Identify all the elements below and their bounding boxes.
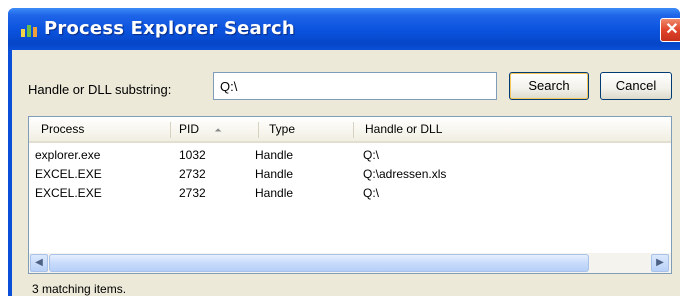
scrollbar-thumb[interactable] xyxy=(49,254,589,272)
cell-type: Handle xyxy=(255,186,294,200)
column-header-pid[interactable]: PID ⏶ xyxy=(179,122,259,138)
scroll-left-button[interactable]: ◀ xyxy=(30,254,48,272)
window-title: Process Explorer Search xyxy=(44,18,295,39)
sort-arrow-icon: ⏶ xyxy=(214,125,222,135)
table-row[interactable]: explorer.exe 1032 Handle Q:\ xyxy=(29,147,671,165)
cancel-button-label: Cancel xyxy=(615,78,657,93)
cell-handle: Q:\ xyxy=(363,148,380,162)
close-button[interactable]: ✕ xyxy=(660,18,680,42)
column-header-handle[interactable]: Handle or DLL xyxy=(365,122,665,138)
status-text: 3 matching items. xyxy=(32,282,127,296)
cell-process: explorer.exe xyxy=(35,148,101,162)
cell-process: EXCEL.EXE xyxy=(35,186,102,200)
results-list[interactable]: Process PID ⏶ Type Handle or DLL explore… xyxy=(28,116,672,274)
cell-handle: Q:\ xyxy=(363,186,380,200)
arrow-right-icon: ▶ xyxy=(656,257,664,268)
cell-pid: 1032 xyxy=(179,148,206,162)
scroll-right-button[interactable]: ▶ xyxy=(651,254,669,272)
search-label: Handle or DLL substring: xyxy=(28,82,172,97)
dialog-body: Handle or DLL substring: Q:\ Search Canc… xyxy=(12,50,680,296)
table-row[interactable]: EXCEL.EXE 2732 Handle Q:\ xyxy=(29,185,671,203)
search-dialog: Process Explorer Search ✕ Handle or DLL … xyxy=(8,8,680,296)
cell-pid: 2732 xyxy=(179,186,206,200)
process-explorer-icon xyxy=(21,25,37,37)
column-header-type[interactable]: Type xyxy=(269,122,354,138)
cell-type: Handle xyxy=(255,148,294,162)
list-header: Process PID ⏶ Type Handle or DLL xyxy=(29,117,671,143)
arrow-left-icon: ◀ xyxy=(35,257,43,268)
cell-process: EXCEL.EXE xyxy=(35,167,102,181)
close-icon: ✕ xyxy=(665,21,679,38)
table-row[interactable]: EXCEL.EXE 2732 Handle Q:\adressen.xls xyxy=(29,166,671,184)
search-button[interactable]: Search xyxy=(509,72,589,100)
horizontal-scrollbar[interactable]: ◀ ▶ xyxy=(29,253,671,273)
cancel-button[interactable]: Cancel xyxy=(600,72,672,100)
cell-pid: 2732 xyxy=(179,167,206,181)
search-input[interactable]: Q:\ xyxy=(213,72,497,100)
cell-handle: Q:\adressen.xls xyxy=(363,167,447,181)
column-header-process[interactable]: Process xyxy=(41,122,171,138)
cell-type: Handle xyxy=(255,167,294,181)
search-button-label: Search xyxy=(528,78,570,93)
title-bar[interactable]: Process Explorer Search ✕ xyxy=(8,8,680,50)
